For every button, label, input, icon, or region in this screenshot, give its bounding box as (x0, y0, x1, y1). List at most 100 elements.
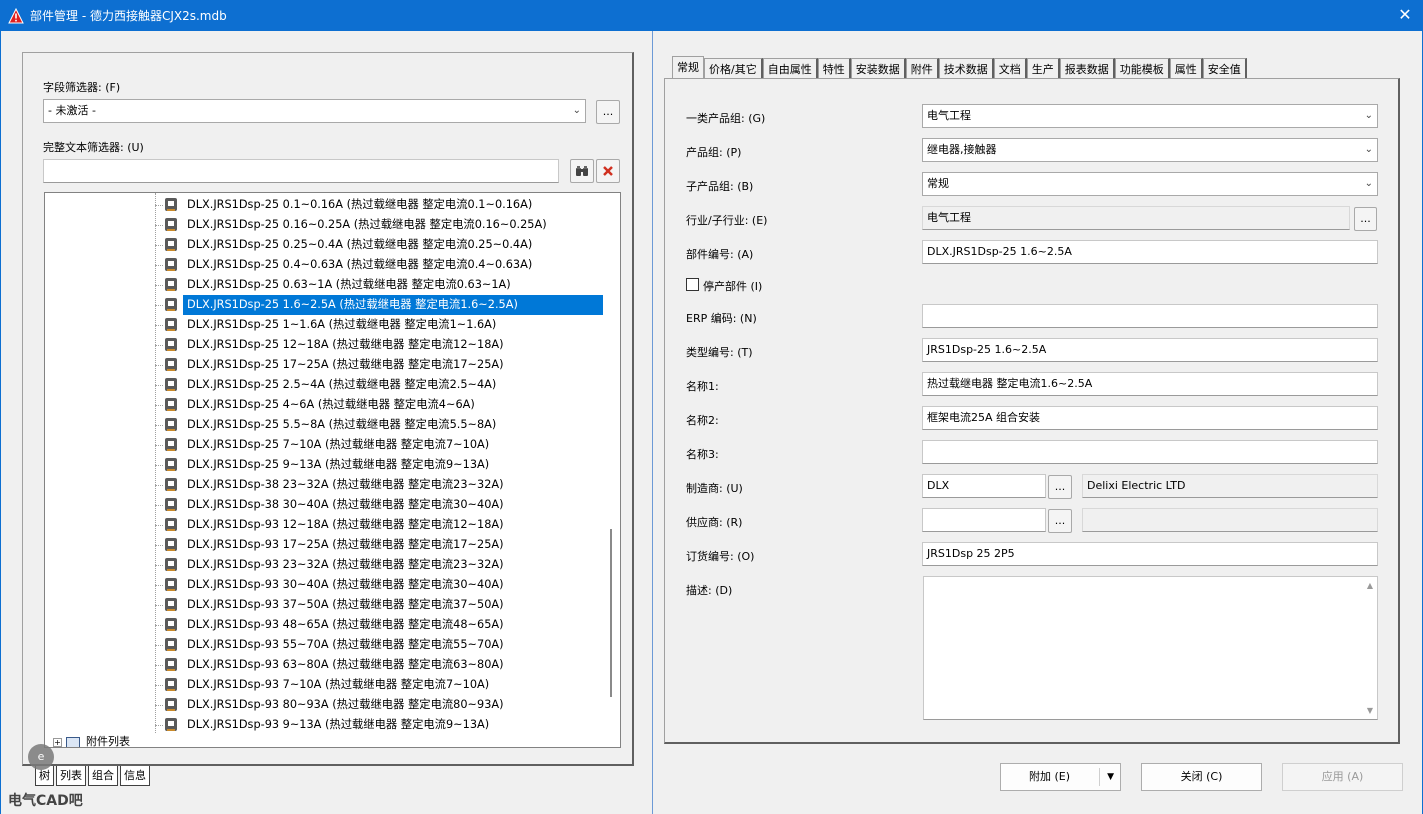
search-button[interactable] (570, 159, 594, 183)
name1-field[interactable]: 热过载继电器 整定电流1.6~2.5A (922, 372, 1378, 396)
tree-connector (155, 645, 163, 646)
watermark: e 电气CAD吧 (8, 744, 83, 809)
view-tab[interactable]: 组合 (88, 766, 118, 786)
property-tab[interactable]: 文档 (993, 58, 1027, 80)
tree-item[interactable]: DLX.JRS1Dsp-25 0.4~0.63A (热过载继电器 整定电流0.4… (153, 255, 620, 275)
text-filter-input[interactable] (43, 159, 559, 183)
product-group-select[interactable]: 继电器,接触器 ⌄ (922, 138, 1378, 162)
supplier-field[interactable] (922, 508, 1046, 532)
name3-field[interactable] (922, 440, 1378, 464)
product-group-1-select[interactable]: 电气工程 ⌄ (922, 104, 1378, 128)
manufacturer-more-button[interactable]: ... (1048, 475, 1072, 499)
tree-connector (155, 725, 163, 726)
tree-item[interactable]: DLX.JRS1Dsp-38 30~40A (热过载继电器 整定电流30~40A… (153, 495, 620, 515)
field-filter-select[interactable]: - 未激活 - ⌄ (43, 99, 586, 123)
discontinued-checkbox[interactable] (686, 278, 699, 291)
tree-item[interactable]: DLX.JRS1Dsp-25 1.6~2.5A (热过载继电器 整定电流1.6~… (153, 294, 620, 316)
tree-item[interactable]: DLX.JRS1Dsp-93 23~32A (热过载继电器 整定电流23~32A… (153, 555, 620, 575)
tree-item[interactable]: DLX.JRS1Dsp-93 12~18A (热过载继电器 整定电流12~18A… (153, 515, 620, 535)
erp-label: ERP 编码: (N) (686, 312, 757, 325)
tree-item[interactable]: DLX.JRS1Dsp-25 1~1.6A (热过载继电器 整定电流1~1.6A… (153, 315, 620, 335)
clear-filter-button[interactable] (596, 159, 620, 183)
tree-item[interactable]: DLX.JRS1Dsp-93 7~10A (热过载继电器 整定电流7~10A) (153, 675, 620, 695)
tree-item[interactable]: DLX.JRS1Dsp-93 55~70A (热过载继电器 整定电流55~70A… (153, 635, 620, 655)
type-number-field[interactable]: JRS1Dsp-25 1.6~2.5A (922, 338, 1378, 362)
tree-item-label: DLX.JRS1Dsp-38 30~40A (热过载继电器 整定电流30~40A… (187, 498, 504, 511)
tree-connector (155, 445, 163, 446)
supplier-more-button[interactable]: ... (1048, 509, 1072, 533)
property-tab[interactable]: 安装数据 (850, 58, 906, 80)
relay-part-icon (165, 438, 177, 451)
property-tab[interactable]: 技术数据 (938, 58, 994, 80)
tree-item[interactable]: DLX.JRS1Dsp-93 63~80A (热过载继电器 整定电流63~80A… (153, 655, 620, 675)
add-button[interactable]: 附加 (E) ▼ (1000, 763, 1121, 791)
binoculars-icon (576, 166, 588, 176)
property-tab[interactable]: 功能模板 (1114, 58, 1170, 80)
chevron-down-icon: ⌄ (572, 105, 581, 116)
order-number-field[interactable]: JRS1Dsp 25 2P5 (922, 542, 1378, 566)
tree-item[interactable]: DLX.JRS1Dsp-93 17~25A (热过载继电器 整定电流17~25A… (153, 535, 620, 555)
discontinued-label: 停产部件 (I) (703, 280, 763, 293)
property-tab[interactable]: 属性 (1169, 58, 1203, 80)
scroll-up-icon[interactable]: ▲ (1367, 581, 1373, 590)
tree-item[interactable]: DLX.JRS1Dsp-93 80~93A (热过载继电器 整定电流80~93A… (153, 695, 620, 715)
tree-connector (155, 705, 163, 706)
apply-button[interactable]: 应用 (A) (1282, 763, 1403, 791)
tree-item[interactable]: DLX.JRS1Dsp-25 0.1~0.16A (热过载继电器 整定电流0.1… (153, 195, 620, 215)
part-number-field[interactable]: DLX.JRS1Dsp-25 1.6~2.5A (922, 240, 1378, 264)
manufacturer-field[interactable]: DLX (922, 474, 1046, 498)
parts-tree[interactable]: + 附件列表 DLX.JRS1Dsp-25 0.1~0.16A (热过载继电器 整… (44, 192, 621, 748)
tree-connector (155, 525, 163, 526)
tree-item[interactable]: DLX.JRS1Dsp-25 2.5~4A (热过载继电器 整定电流2.5~4A… (153, 375, 620, 395)
tree-item-label: DLX.JRS1Dsp-93 55~70A (热过载继电器 整定电流55~70A… (187, 638, 504, 651)
property-tab[interactable]: 常规 (672, 56, 704, 80)
tree-connector (155, 545, 163, 546)
close-button[interactable]: 关闭 (C) (1141, 763, 1262, 791)
field-filter-more-button[interactable]: ... (596, 100, 620, 124)
tree-item[interactable]: DLX.JRS1Dsp-25 7~10A (热过载继电器 整定电流7~10A) (153, 435, 620, 455)
pane-splitter[interactable] (652, 31, 653, 814)
tree-item[interactable]: DLX.JRS1Dsp-25 12~18A (热过载继电器 整定电流12~18A… (153, 335, 620, 355)
tree-item[interactable]: DLX.JRS1Dsp-93 37~50A (热过载继电器 整定电流37~50A… (153, 595, 620, 615)
tree-item[interactable]: DLX.JRS1Dsp-93 30~40A (热过载继电器 整定电流30~40A… (153, 575, 620, 595)
tree-item[interactable]: DLX.JRS1Dsp-25 0.16~0.25A (热过载继电器 整定电流0.… (153, 215, 620, 235)
property-tabs: 常规 价格/其它 自由属性 特性 安装数据 附件 技术数据 文档 生产 报表数据 功能模板 属性 安全值 (672, 56, 1247, 80)
property-tab[interactable]: 特性 (817, 58, 851, 80)
tree-item[interactable]: DLX.JRS1Dsp-38 23~32A (热过载继电器 整定电流23~32A… (153, 475, 620, 495)
tree-item[interactable]: DLX.JRS1Dsp-25 5.5~8A (热过载继电器 整定电流5.5~8A… (153, 415, 620, 435)
property-tab[interactable]: 生产 (1026, 58, 1060, 80)
tree-item[interactable]: DLX.JRS1Dsp-25 0.63~1A (热过载继电器 整定电流0.63~… (153, 275, 620, 295)
property-tab[interactable]: 附件 (905, 58, 939, 80)
description-textarea[interactable]: ▲ ▼ (923, 576, 1378, 720)
tree-item-label: DLX.JRS1Dsp-93 23~32A (热过载继电器 整定电流23~32A… (187, 558, 504, 571)
property-tab[interactable]: 自由属性 (762, 58, 818, 80)
tree-connector (155, 385, 163, 386)
tree-connector (155, 405, 163, 406)
sub-product-group-select[interactable]: 常规 ⌄ (922, 172, 1378, 196)
window-close-button[interactable]: ✕ (1393, 3, 1417, 27)
tree-connector (155, 325, 163, 326)
scroll-down-icon[interactable]: ▼ (1367, 706, 1373, 715)
tree-item[interactable]: DLX.JRS1Dsp-25 4~6A (热过载继电器 整定电流4~6A) (153, 395, 620, 415)
dropdown-arrow-icon[interactable]: ▼ (1107, 764, 1114, 790)
tree-item[interactable]: DLX.JRS1Dsp-93 9~13A (热过载继电器 整定电流9~13A) (153, 715, 620, 735)
tree-item[interactable]: DLX.JRS1Dsp-25 17~25A (热过载继电器 整定电流17~25A… (153, 355, 620, 375)
name2-field[interactable]: 框架电流25A 组合安装 (922, 406, 1378, 430)
tree-item-label: DLX.JRS1Dsp-25 0.16~0.25A (热过载继电器 整定电流0.… (187, 218, 547, 231)
tree-item-label: DLX.JRS1Dsp-25 0.63~1A (热过载继电器 整定电流0.63~… (187, 278, 511, 291)
property-tab[interactable]: 价格/其它 (704, 58, 763, 80)
tree-item[interactable]: DLX.JRS1Dsp-93 48~65A (热过载继电器 整定电流48~65A… (153, 615, 620, 635)
property-tab[interactable]: 安全值 (1202, 58, 1247, 80)
erp-field[interactable] (922, 304, 1378, 328)
property-tab[interactable]: 报表数据 (1059, 58, 1115, 80)
tree-node-accessories[interactable]: + 附件列表 (53, 733, 130, 747)
tree-item-label: DLX.JRS1Dsp-25 1~1.6A (热过载继电器 整定电流1~1.6A… (187, 318, 497, 331)
view-tab[interactable]: 列表 (56, 766, 86, 786)
industry-more-button[interactable]: ... (1354, 207, 1377, 231)
scrollbar-thumb[interactable] (610, 529, 612, 697)
tree-item[interactable]: DLX.JRS1Dsp-25 0.25~0.4A (热过载继电器 整定电流0.2… (153, 235, 620, 255)
view-tab[interactable]: 信息 (120, 766, 150, 786)
tree-scrollbar[interactable] (610, 194, 619, 746)
tree-item[interactable]: DLX.JRS1Dsp-25 9~13A (热过载继电器 整定电流9~13A) (153, 455, 620, 475)
tree-item-label: DLX.JRS1Dsp-25 0.25~0.4A (热过载继电器 整定电流0.2… (187, 238, 533, 251)
